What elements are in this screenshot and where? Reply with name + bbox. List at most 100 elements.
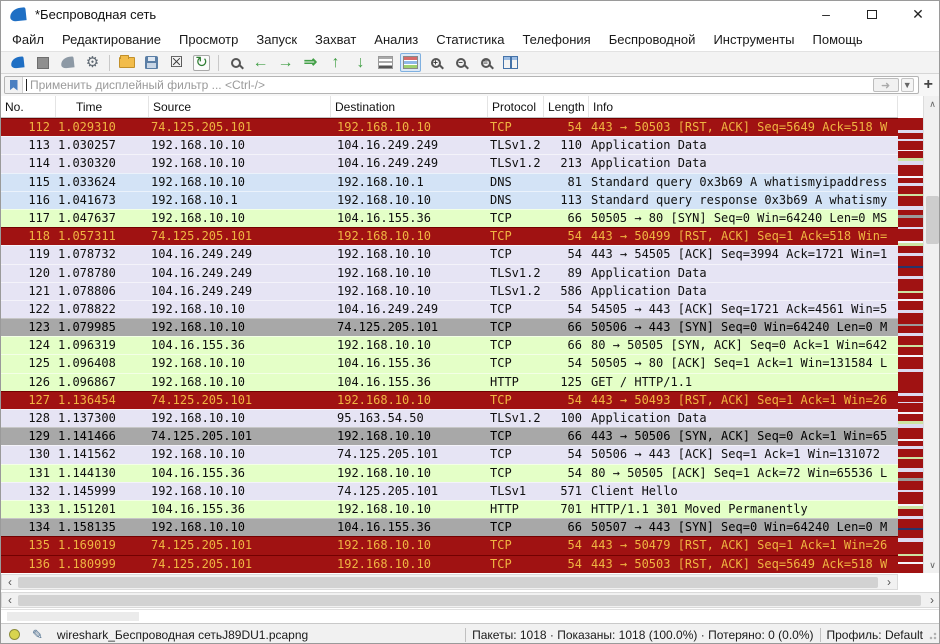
column-header-source[interactable]: Source [149,96,331,117]
packet-row-117[interactable]: 1171.047637192.168.10.10104.16.155.36TCP… [1,209,898,227]
scroll-left-icon[interactable]: ‹ [2,575,18,589]
packet-minimap[interactable] [898,118,923,573]
scroll-left-icon[interactable]: ‹ [2,593,18,607]
horizontal-scrollbar-secondary[interactable]: ‹ › [1,592,940,608]
column-header-length[interactable]: Length [544,96,589,117]
restart-capture-icon[interactable] [56,53,79,73]
go-to-packet-icon[interactable]: ⇒ [299,53,322,73]
menu-item-6[interactable]: Статистика [427,29,513,50]
text-cursor [26,79,27,91]
menu-item-7[interactable]: Телефония [513,29,599,50]
collapsed-pane-thumb[interactable] [7,612,139,621]
vertical-scrollbar-thumb[interactable] [926,196,939,244]
packet-row-121[interactable]: 1211.078806104.16.249.249192.168.10.10TL… [1,282,898,300]
save-file-icon[interactable] [140,53,163,73]
packet-row-128[interactable]: 1281.137300192.168.10.1095.163.54.50TLSv… [1,409,898,427]
packet-row-115[interactable]: 1151.033624192.168.10.10192.168.10.1DNS8… [1,173,898,191]
packet-list-header: No.TimeSourceDestinationProtocolLengthIn… [1,96,898,118]
packet-row-120[interactable]: 1201.078780104.16.249.249192.168.10.10TL… [1,264,898,282]
go-back-icon[interactable]: ← [249,53,272,73]
packet-row-136[interactable]: 1361.18099974.125.205.101192.168.10.10TC… [1,555,898,573]
vertical-scrollbar[interactable]: ∧ ∨ [923,96,940,573]
column-header-destination[interactable]: Destination [331,96,488,117]
scroll-right-icon[interactable]: › [881,575,897,589]
packet-row-127[interactable]: 1271.13645474.125.205.101192.168.10.10TC… [1,391,898,409]
add-filter-button[interactable]: + [919,76,938,94]
menu-item-4[interactable]: Захват [306,29,365,50]
packet-row-124[interactable]: 1241.096319104.16.155.36192.168.10.10TCP… [1,336,898,354]
close-file-icon[interactable]: ☒ [165,53,188,73]
menu-item-8[interactable]: Беспроводной [600,29,705,50]
packet-row-123[interactable]: 1231.079985192.168.10.1074.125.205.101TC… [1,318,898,336]
packet-row-116[interactable]: 1161.041673192.168.10.1192.168.10.10DNS1… [1,191,898,209]
zoom-in-icon: + [431,58,441,68]
packet-row-131[interactable]: 1311.144130104.16.155.36192.168.10.10TCP… [1,464,898,482]
horizontal-scrollbar-thumb[interactable] [18,595,921,606]
auto-scroll-icon[interactable] [374,53,397,73]
zoom-reset-icon[interactable]: = [474,53,497,73]
minimize-button[interactable]: – [803,1,849,27]
horizontal-scrollbar-list[interactable]: ‹ › [1,574,898,590]
horizontal-scrollbar-thumb[interactable] [18,577,878,588]
packet-row-113[interactable]: 1131.030257192.168.10.10104.16.249.249TL… [1,136,898,154]
packet-row-130[interactable]: 1301.141562192.168.10.1074.125.205.101TC… [1,445,898,463]
packet-time: 1.141466 [56,427,149,445]
maximize-button[interactable] [849,1,895,27]
menu-item-2[interactable]: Просмотр [170,29,247,50]
packet-row-126[interactable]: 1261.096867192.168.10.10104.16.155.36HTT… [1,373,898,391]
menu-item-0[interactable]: Файл [3,29,53,50]
open-file-icon[interactable] [115,53,138,73]
column-header-no[interactable]: No. [1,96,56,117]
profile-label[interactable]: Профиль: Default [827,628,924,642]
zoom-in-icon[interactable]: + [424,53,447,73]
packet-rows: 1121.02931074.125.205.101192.168.10.10TC… [1,118,898,573]
menu-item-3[interactable]: Запуск [247,29,306,50]
packet-row-112[interactable]: 1121.02931074.125.205.101192.168.10.10TC… [1,118,898,136]
column-header-time[interactable]: Time [56,96,149,117]
menu-item-5[interactable]: Анализ [365,29,427,50]
filter-dropdown-button[interactable]: ▼ [901,78,914,92]
packet-info: 54505 → 443 [ACK] Seq=1721 Ack=4561 Win=… [589,300,898,318]
packet-row-119[interactable]: 1191.078732104.16.249.249192.168.10.10TC… [1,245,898,263]
collapsed-pane-scrollbar[interactable] [1,609,940,622]
menu-item-10[interactable]: Помощь [804,29,872,50]
capture-options-icon[interactable]: ⚙ [81,53,104,73]
column-header-info[interactable]: Info [589,96,898,117]
colorize-icon[interactable] [399,53,422,73]
zoom-out-icon[interactable]: − [449,53,472,73]
expert-info-icon[interactable] [9,629,20,640]
packet-row-134[interactable]: 1341.158135192.168.10.10104.16.155.36TCP… [1,518,898,536]
packet-no: 121 [1,282,56,300]
packet-dst: 192.168.10.10 [331,536,488,554]
menu-item-9[interactable]: Инструменты [704,29,803,50]
packet-row-135[interactable]: 1351.16901974.125.205.101192.168.10.10TC… [1,536,898,554]
packet-row-122[interactable]: 1221.078822192.168.10.10104.16.249.249TC… [1,300,898,318]
go-last-packet-icon[interactable]: ↓ [349,53,372,73]
column-header-protocol[interactable]: Protocol [488,96,544,117]
menu-item-1[interactable]: Редактирование [53,29,170,50]
packet-len: 110 [544,136,589,154]
resize-grip[interactable] [929,630,939,640]
scroll-up-icon[interactable]: ∧ [924,96,940,112]
close-button[interactable]: ✕ [895,1,940,27]
packet-row-129[interactable]: 1291.14146674.125.205.101192.168.10.10TC… [1,427,898,445]
find-packet-icon[interactable] [224,53,247,73]
stop-capture-icon[interactable] [31,53,54,73]
packet-row-114[interactable]: 1141.030320192.168.10.10104.16.249.249TL… [1,154,898,172]
apply-filter-button[interactable]: ➜ [873,78,899,92]
packet-row-132[interactable]: 1321.145999192.168.10.1074.125.205.101TL… [1,482,898,500]
packet-time: 1.078780 [56,264,149,282]
reload-icon[interactable]: ↻ [190,53,213,73]
resize-columns-icon[interactable] [499,53,522,73]
packet-row-118[interactable]: 1181.05731174.125.205.101192.168.10.10TC… [1,227,898,245]
start-capture-icon[interactable] [6,53,29,73]
packet-row-133[interactable]: 1331.151201104.16.155.36192.168.10.10HTT… [1,500,898,518]
display-filter-input[interactable]: Применить дисплейный фильтр ... <Ctrl-/>… [4,76,919,94]
scroll-down-icon[interactable]: ∨ [924,557,940,573]
packet-row-125[interactable]: 1251.096408192.168.10.10104.16.155.36TCP… [1,354,898,372]
scroll-right-icon[interactable]: › [924,593,940,607]
filter-bookmark-button[interactable] [5,77,23,93]
go-first-packet-icon[interactable]: ↑ [324,53,347,73]
go-forward-icon[interactable]: → [274,53,297,73]
capture-comment-icon[interactable]: ✎ [32,627,43,643]
